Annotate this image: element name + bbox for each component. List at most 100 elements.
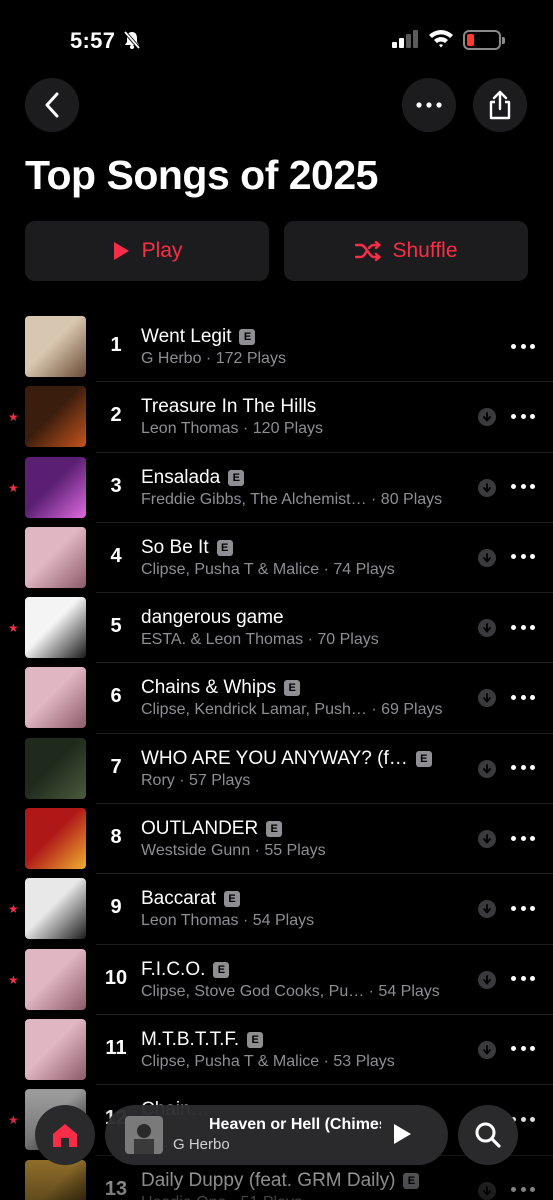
song-more-button[interactable] bbox=[511, 547, 535, 567]
song-title-line: Treasure In The Hills bbox=[141, 396, 316, 418]
song-title: OUTLANDER bbox=[141, 818, 259, 840]
favorite-star-icon: ★ bbox=[8, 972, 19, 987]
wifi-icon bbox=[428, 28, 454, 53]
song-rank: 2 bbox=[110, 404, 122, 427]
song-more-button[interactable] bbox=[511, 828, 535, 848]
favorite-star-icon: ★ bbox=[8, 621, 19, 636]
downloaded-icon bbox=[478, 1040, 496, 1059]
more-options-button[interactable] bbox=[402, 78, 456, 132]
song-subtitle: Clipse, Pusha T & Malice · 74 Plays bbox=[141, 560, 395, 578]
song-title-line: Baccarat E bbox=[141, 888, 240, 910]
song-subtitle: Leon Thomas · 120 Plays bbox=[141, 420, 324, 438]
page-title: Top Songs of 2025 bbox=[25, 152, 378, 198]
song-more-button[interactable] bbox=[511, 969, 535, 989]
explicit-badge-icon: E bbox=[266, 821, 283, 838]
song-title: M.T.B.T.T.F. bbox=[141, 1028, 240, 1050]
song-title: Baccarat bbox=[141, 888, 216, 910]
song-more-button[interactable] bbox=[511, 617, 535, 637]
song-row[interactable]: 4 So Be It E Clipse, Pusha T & Malice · 74 … bbox=[0, 523, 553, 594]
play-icon bbox=[113, 242, 129, 260]
status-time: 5:57 bbox=[70, 28, 116, 53]
song-row[interactable]: 1 Went Legit E G Herbo · 172 Plays bbox=[0, 312, 553, 383]
downloaded-icon bbox=[478, 830, 496, 849]
song-row[interactable]: ★ 2 Treasure In The Hills Leon Thomas · 120… bbox=[0, 382, 553, 453]
album-artwork bbox=[25, 878, 86, 940]
downloaded-icon bbox=[478, 689, 496, 708]
now-playing-title: Heaven or Hell (Chimes) bbox=[209, 1116, 381, 1133]
song-subtitle: Leon Thomas · 54 Plays bbox=[141, 912, 315, 930]
song-rank: 7 bbox=[110, 755, 122, 778]
song-row[interactable]: ★ 9 Baccarat E Leon Thomas · 54 Plays bbox=[0, 874, 553, 945]
song-title-line: F.I.C.O. E bbox=[141, 959, 230, 981]
play-button-label: Play bbox=[141, 239, 183, 262]
song-rank: 1 bbox=[110, 334, 122, 356]
album-artwork bbox=[25, 526, 86, 588]
song-more-button[interactable] bbox=[511, 477, 535, 497]
explicit-badge-icon: E bbox=[239, 329, 256, 345]
mini-player[interactable]: Heaven or Hell (Chimes) G Herbo bbox=[105, 1105, 448, 1165]
song-row[interactable]: ★ 3 Ensalada E Freddie Gibbs, The Alchemist…… bbox=[0, 453, 553, 523]
song-title: Ensalada bbox=[141, 466, 221, 488]
song-row[interactable]: 6 Chains & Whips E Clipse, Kendrick Lamar, … bbox=[0, 663, 553, 734]
song-rank: 6 bbox=[110, 685, 122, 708]
song-rank: 3 bbox=[110, 474, 122, 497]
song-title: Chains & Whips bbox=[141, 677, 277, 699]
song-subtitle: Clipse, Pusha T & Malice · 53 Plays bbox=[141, 1052, 395, 1070]
favorite-star-icon: ★ bbox=[8, 902, 19, 917]
song-more-button[interactable] bbox=[511, 898, 535, 918]
song-subtitle: Freddie Gibbs, The Alchemist… · 80 Plays bbox=[141, 490, 443, 508]
album-artwork bbox=[25, 948, 86, 1010]
song-row[interactable]: ★ 5 dangerous game ESTA. & Leon Thomas · 70… bbox=[0, 593, 553, 664]
song-more-button[interactable] bbox=[511, 758, 535, 778]
song-title: dangerous game bbox=[141, 607, 284, 629]
battery-icon bbox=[463, 30, 505, 50]
explicit-badge-icon: E bbox=[415, 750, 432, 767]
song-row[interactable]: 11 M.T.B.T.T.F. E Clipse, Pusha T & Malice … bbox=[0, 1015, 553, 1086]
song-title-line: Went Legit E bbox=[141, 326, 256, 348]
play-button[interactable]: Play bbox=[25, 221, 269, 281]
song-subtitle: Rory · 57 Plays bbox=[141, 771, 251, 789]
mini-player-play-button[interactable] bbox=[391, 1122, 413, 1151]
song-title-line: Ensalada E bbox=[141, 466, 245, 489]
explicit-badge-icon: E bbox=[228, 469, 245, 486]
song-title-line: WHO ARE YOU ANYWAY? (f… E bbox=[141, 748, 432, 770]
share-button[interactable] bbox=[473, 78, 527, 132]
song-list: 1 Went Legit E G Herbo · 172 Plays ★ 2 Treasur… bbox=[0, 312, 553, 1200]
song-rank: 5 bbox=[110, 615, 122, 638]
song-row[interactable]: 8 OUTLANDER E Westside Gunn · 55 Plays bbox=[0, 804, 553, 875]
share-icon bbox=[489, 90, 511, 120]
shuffle-button[interactable]: Shuffle bbox=[284, 221, 528, 281]
song-rank: 9 bbox=[110, 896, 122, 919]
song-subtitle: ESTA. & Leon Thomas · 70 Plays bbox=[141, 631, 379, 649]
home-tab-button[interactable] bbox=[35, 1105, 95, 1165]
album-artwork bbox=[25, 597, 86, 659]
back-button[interactable] bbox=[25, 78, 79, 132]
cellular-signal-icon bbox=[392, 30, 420, 53]
song-more-button[interactable] bbox=[511, 687, 535, 707]
song-row[interactable]: ★ 10 F.I.C.O. E Clipse, Stove God Cooks, Pu…… bbox=[0, 945, 553, 1015]
home-icon bbox=[53, 1124, 77, 1147]
song-rank: 11 bbox=[105, 1036, 127, 1059]
song-row[interactable]: 7 WHO ARE YOU ANYWAY? (f… E Rory · 57 Plays bbox=[0, 734, 553, 805]
downloaded-icon bbox=[478, 900, 496, 919]
song-rank: 8 bbox=[110, 826, 122, 849]
downloaded-icon bbox=[478, 408, 496, 427]
song-more-button[interactable] bbox=[511, 336, 535, 356]
search-tab-button[interactable] bbox=[458, 1105, 518, 1165]
song-subtitle: Clipse, Kendrick Lamar, Push… · 69 Plays bbox=[141, 701, 443, 719]
downloaded-icon bbox=[478, 759, 496, 778]
status-bar: 5:57 bbox=[0, 0, 553, 70]
song-more-button[interactable] bbox=[511, 1039, 535, 1059]
album-artwork bbox=[25, 808, 86, 870]
song-subtitle: Westside Gunn · 55 Plays bbox=[141, 842, 326, 860]
chevron-left-icon bbox=[45, 92, 59, 118]
song-subtitle: G Herbo · 172 Plays bbox=[141, 350, 286, 367]
album-artwork bbox=[25, 316, 86, 377]
song-title-line: dangerous game bbox=[141, 607, 284, 629]
downloaded-icon bbox=[478, 478, 496, 497]
album-artwork bbox=[25, 456, 86, 518]
downloaded-icon bbox=[478, 619, 496, 638]
song-title: WHO ARE YOU ANYWAY? (f… bbox=[141, 747, 408, 769]
song-title: Went Legit bbox=[141, 326, 232, 347]
song-more-button[interactable] bbox=[511, 406, 535, 426]
